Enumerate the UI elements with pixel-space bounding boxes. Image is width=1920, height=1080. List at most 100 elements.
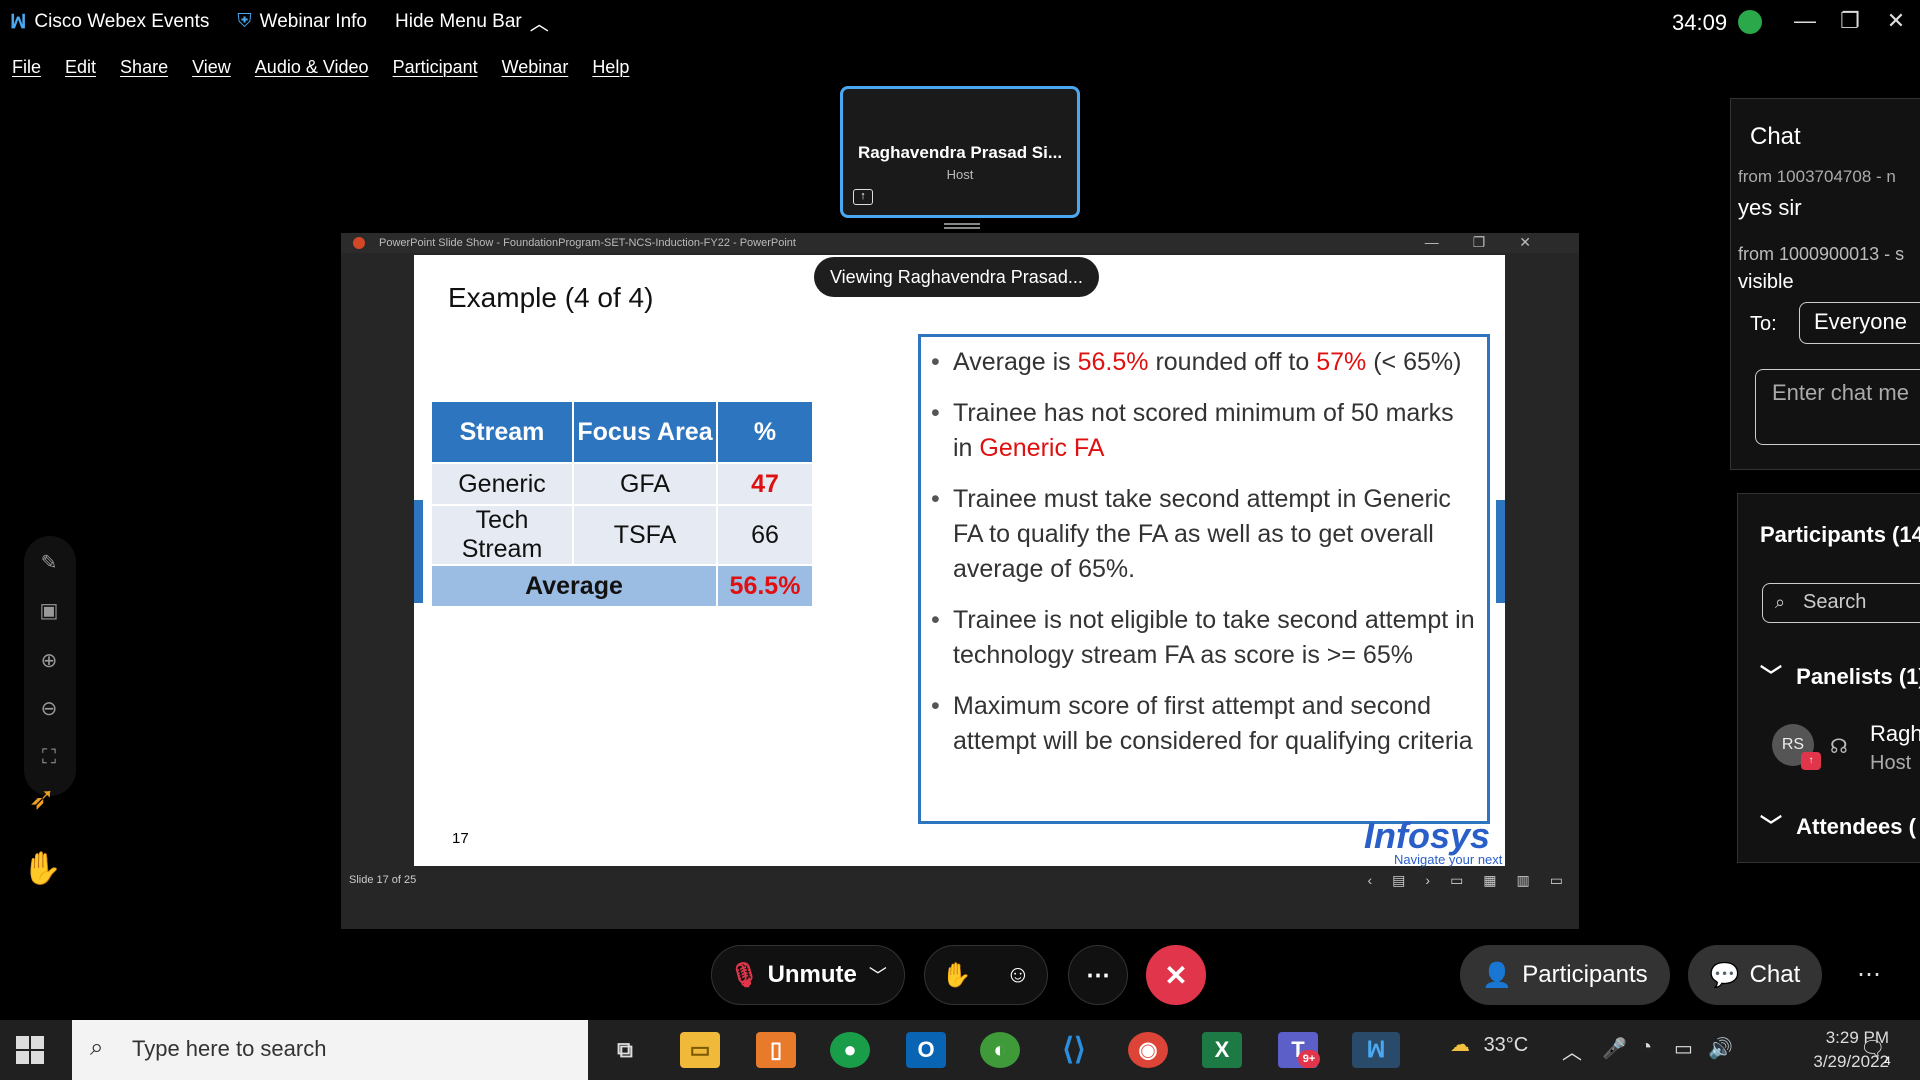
menu-file[interactable]: File	[12, 57, 41, 78]
weather-widget[interactable]: ☁ 33°C	[1450, 1032, 1528, 1057]
more-options-button[interactable]: ⋯	[1068, 945, 1128, 1005]
chevron-up-icon[interactable]: ︿	[1562, 1036, 1582, 1065]
bullet-item: Trainee is not eligible to take second a…	[931, 603, 1477, 673]
emoji-reaction-icon[interactable]: ☺	[1006, 961, 1031, 989]
menu-view[interactable]: View	[192, 57, 231, 78]
menu-audio-video[interactable]: Audio & Video	[255, 57, 369, 78]
app-title: ꟽ Cisco Webex Events	[10, 11, 210, 33]
windows-taskbar: ⌕ Type here to search ⧉ ▭ ▯ ● O ◐ ⟨⟩ ◉ X…	[0, 1020, 1920, 1080]
chat-message: yes sir	[1738, 195, 1802, 220]
chat-input[interactable]: Enter chat me	[1755, 369, 1920, 445]
host-role: Host	[946, 167, 974, 182]
resize-handle[interactable]	[944, 223, 980, 229]
windows-start-icon[interactable]	[16, 1036, 44, 1064]
chat-message-sender: from 1003704708 - n	[1738, 167, 1896, 186]
participant-search-input[interactable]: ⌕ Search	[1762, 583, 1920, 623]
panelists-section[interactable]: ﹀ Panelists (1)	[1760, 659, 1920, 691]
ppt-title-bar: PowerPoint Slide Show - FoundationProgra…	[341, 233, 1579, 253]
app-icon[interactable]: ◐	[980, 1032, 1020, 1068]
meeting-timer: 34:09	[1672, 10, 1728, 35]
slide-counter: Slide 17 of 25	[349, 874, 417, 886]
minimize-icon[interactable]: —	[1785, 6, 1825, 36]
score-table: Stream Focus Area % Generic GFA 47 Tech …	[430, 400, 814, 608]
menu-edit[interactable]: Edit	[65, 57, 96, 78]
raise-hand-icon[interactable]: ✋	[22, 848, 62, 888]
zoom-out-icon[interactable]: ⊖	[36, 696, 62, 722]
headset-icon: ☊	[1830, 736, 1848, 758]
reading-view-icon[interactable]: ▥	[1517, 872, 1530, 889]
volume-icon[interactable]: 🔊	[1708, 1036, 1733, 1061]
outlook-icon[interactable]: O	[906, 1032, 946, 1068]
table-average-row: Average 56.5%	[432, 566, 812, 606]
microphone-icon[interactable]: 🎤	[1602, 1036, 1627, 1061]
notes-icon[interactable]: ▤	[1392, 872, 1405, 889]
table-cell: 66	[718, 506, 812, 564]
vscode-icon[interactable]: ⟨⟩	[1054, 1032, 1094, 1068]
table-header: Focus Area	[574, 402, 716, 462]
chevron-down-icon[interactable]: ﹀	[869, 962, 887, 988]
bullet-item: Average is 56.5% rounded off to 57% (< 6…	[931, 345, 1477, 380]
fullscreen-icon[interactable]: ⛶	[36, 744, 62, 770]
sorter-view-icon[interactable]: ▦	[1483, 872, 1496, 889]
app-icon[interactable]: ●	[830, 1032, 870, 1068]
menu-participant[interactable]: Participant	[393, 57, 478, 78]
table-cell: Generic	[432, 464, 572, 504]
table-row: Generic GFA 47	[432, 464, 812, 504]
webex-logo-icon: ꟽ	[10, 11, 27, 33]
chrome-icon[interactable]: ◉	[1128, 1032, 1168, 1068]
participants-panel: Participants (14 ⌕ Search ﹀ Panelists (1…	[1737, 493, 1920, 863]
screen-control-icon[interactable]: ▣	[36, 598, 62, 624]
attendees-section[interactable]: ﹀ Attendees (	[1760, 809, 1916, 841]
menu-share[interactable]: Share	[120, 57, 168, 78]
host-video-tile[interactable]: Raghavendra Prasad Si... Host ↑	[840, 86, 1080, 218]
menu-webinar[interactable]: Webinar	[502, 57, 569, 78]
restore-icon[interactable]: ❐	[1830, 6, 1870, 36]
webinar-info-button[interactable]: ⛨ Webinar Info	[237, 11, 367, 33]
slideshow-icon[interactable]: ▭	[1550, 872, 1563, 889]
chevron-up-icon: ︿	[529, 13, 549, 35]
participants-button[interactable]: 👤 Participants	[1460, 945, 1670, 1005]
teams-badge: 9+	[1298, 1050, 1320, 1068]
annotate-pen-icon[interactable]: ✎	[36, 550, 62, 576]
file-explorer-icon[interactable]: ▭	[680, 1032, 720, 1068]
hide-menu-bar-button[interactable]: Hide Menu Bar ︿	[395, 9, 557, 36]
app-icon[interactable]: ▯	[756, 1032, 796, 1068]
search-icon: ⌕	[90, 1034, 104, 1061]
normal-view-icon[interactable]: ▭	[1450, 872, 1463, 889]
taskbar-search-input[interactable]: ⌕ Type here to search	[72, 1020, 588, 1080]
task-view-icon[interactable]: ⧉	[605, 1032, 645, 1068]
table-header-row: Stream Focus Area %	[432, 402, 812, 462]
close-icon[interactable]: ✕	[1876, 6, 1916, 36]
panelist-role: Host	[1870, 752, 1912, 774]
excel-icon[interactable]: X	[1202, 1032, 1242, 1068]
webex-taskbar-icon[interactable]: ꟽ	[1352, 1032, 1400, 1068]
slide-title: Example (4 of 4)	[448, 282, 654, 313]
chat-to-label: To:	[1750, 313, 1777, 335]
network-stats-icon[interactable]	[1738, 10, 1762, 34]
zoom-in-icon[interactable]: ⊕	[36, 648, 62, 674]
ppt-nav-controls: ‹ ▤ › ▭ ▦ ▥ ▭	[1367, 872, 1563, 889]
menu-help[interactable]: Help	[592, 57, 629, 78]
chat-message: visible	[1738, 271, 1794, 293]
overflow-menu-icon[interactable]: ⋯	[1857, 960, 1881, 989]
unmute-button[interactable]: 🎙 Unmute ﹀	[711, 945, 905, 1005]
next-slide-icon[interactable]: ›	[1425, 872, 1430, 889]
menu-bar: File Edit Share View Audio & Video Parti…	[0, 50, 653, 84]
average-value: 56.5%	[718, 566, 812, 606]
reaction-icon[interactable]: ➶	[22, 778, 62, 818]
table-row: Tech Stream TSFA 66	[432, 506, 812, 564]
wifi-icon[interactable]: ◔	[1640, 1036, 1652, 1059]
shared-presentation: PowerPoint Slide Show - FoundationProgra…	[341, 233, 1579, 929]
leave-meeting-button[interactable]: ✕	[1146, 945, 1206, 1005]
slide-accent-left	[414, 500, 423, 603]
notification-icon[interactable]: 🗨	[1860, 1036, 1885, 1061]
shield-icon: ⛨	[237, 11, 252, 32]
slide-number: 17	[452, 830, 469, 847]
battery-icon[interactable]: ▭	[1674, 1036, 1693, 1061]
chat-button[interactable]: 💬 Chat	[1688, 945, 1822, 1005]
raise-hand-icon[interactable]: ✋	[942, 961, 972, 990]
host-name: Raghavendra Prasad Si...	[857, 143, 1063, 162]
powerpoint-icon	[353, 237, 365, 249]
chat-recipient-select[interactable]: Everyone	[1799, 302, 1920, 344]
previous-slide-icon[interactable]: ‹	[1367, 872, 1372, 889]
